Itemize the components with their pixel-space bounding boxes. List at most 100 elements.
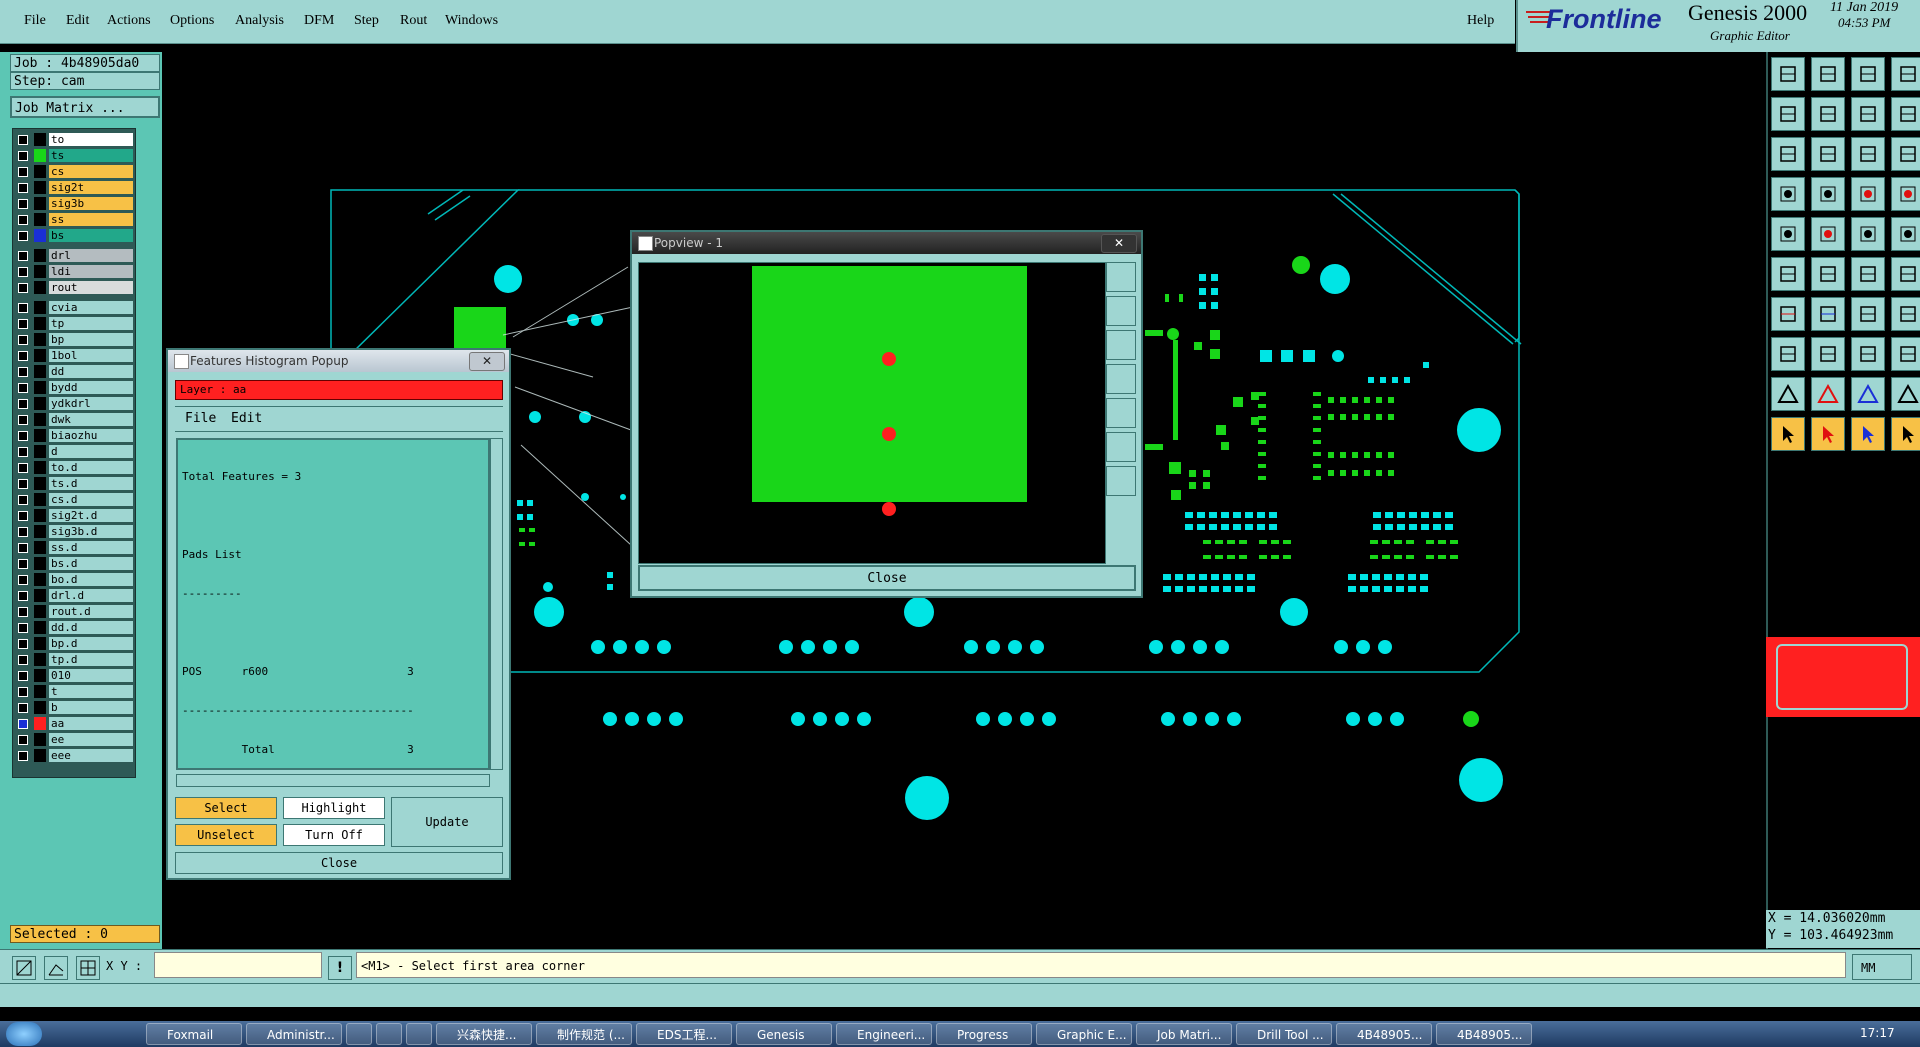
layer-color-swatch[interactable] — [34, 429, 46, 442]
open-step-icon[interactable] — [1851, 57, 1885, 91]
popview-pan-right-icon[interactable] — [1106, 398, 1136, 428]
layer-row[interactable]: ts — [15, 149, 133, 162]
pointer-red-icon[interactable] — [1811, 417, 1845, 451]
layer-name[interactable]: d — [49, 445, 133, 458]
layer-color-swatch[interactable] — [34, 133, 46, 146]
layer-color-swatch[interactable] — [34, 557, 46, 570]
popview-close-icon[interactable]: ✕ — [1101, 234, 1137, 253]
layer-row[interactable]: tp — [15, 317, 133, 330]
pad-icon[interactable] — [1891, 217, 1920, 251]
pointer-blue-icon[interactable] — [1851, 417, 1885, 451]
intersect-icon[interactable] — [1811, 257, 1845, 291]
layer-row[interactable]: ldi — [15, 265, 133, 278]
layer-name[interactable]: ts.d — [49, 477, 133, 490]
layer-row[interactable]: sig2t.d — [15, 509, 133, 522]
layer-name[interactable]: bs.d — [49, 557, 133, 570]
layer-color-swatch[interactable] — [34, 605, 46, 618]
node-icon[interactable] — [1771, 257, 1805, 291]
layer-checkbox[interactable] — [18, 719, 28, 729]
taskbar-item[interactable]: Progress — [936, 1023, 1032, 1045]
layer-left-icon[interactable] — [1771, 97, 1805, 131]
layer-up-icon[interactable] — [1771, 57, 1805, 91]
layer-color-swatch[interactable] — [34, 509, 46, 522]
layer-checkbox[interactable] — [18, 687, 28, 697]
menu-edit[interactable]: Edit — [66, 13, 89, 29]
layer-row[interactable]: sig3b.d — [15, 525, 133, 538]
taskbar-item[interactable] — [346, 1023, 372, 1045]
popview-home-icon[interactable] — [1106, 466, 1136, 496]
layer-checkbox[interactable] — [18, 215, 28, 225]
layer-color-swatch[interactable] — [34, 493, 46, 506]
zoom-area-icon[interactable] — [12, 956, 36, 980]
layer-row[interactable]: ee — [15, 733, 133, 746]
layer-checkbox[interactable] — [18, 431, 28, 441]
layer-color-swatch[interactable] — [34, 461, 46, 474]
stretch-icon[interactable] — [1891, 297, 1920, 331]
layer-color-swatch[interactable] — [34, 229, 46, 242]
layer-row[interactable]: t — [15, 685, 133, 698]
taskbar-item[interactable]: Administr... — [246, 1023, 342, 1045]
layer-checkbox[interactable] — [18, 135, 28, 145]
layer-checkbox[interactable] — [18, 607, 28, 617]
layer-color-swatch[interactable] — [34, 281, 46, 294]
layer-name[interactable]: bp — [49, 333, 133, 346]
arc-icon[interactable] — [1851, 297, 1885, 331]
layer-checkbox[interactable] — [18, 199, 28, 209]
menu-file[interactable]: File — [24, 13, 46, 29]
layer-color-swatch[interactable] — [34, 301, 46, 314]
ruler-icon[interactable] — [1851, 217, 1885, 251]
layer-name[interactable]: ldi — [49, 265, 133, 278]
layer-color-swatch[interactable] — [34, 621, 46, 634]
layer-name[interactable]: cs — [49, 165, 133, 178]
layer-name[interactable]: to.d — [49, 461, 133, 474]
popview-fit-icon[interactable] — [1106, 432, 1136, 462]
layer-name[interactable]: 010 — [49, 669, 133, 682]
menu-help[interactable]: Help — [1467, 13, 1494, 29]
popview-zoom-in-icon[interactable] — [1106, 262, 1136, 292]
snap-box-icon[interactable] — [1851, 337, 1885, 371]
layer-name[interactable]: cvia — [49, 301, 133, 314]
layer-color-swatch[interactable] — [34, 165, 46, 178]
taskbar-item[interactable]: 4B48905... — [1436, 1023, 1532, 1045]
layer-row[interactable]: bp.d — [15, 637, 133, 650]
layer-checkbox[interactable] — [18, 167, 28, 177]
layer-color-swatch[interactable] — [34, 333, 46, 346]
layer-name[interactable]: dd — [49, 365, 133, 378]
layer-checkbox[interactable] — [18, 735, 28, 745]
layer-checkbox[interactable] — [18, 335, 28, 345]
layer-row[interactable]: rout.d — [15, 605, 133, 618]
layer-name[interactable]: drl — [49, 249, 133, 262]
layer-checkbox[interactable] — [18, 671, 28, 681]
layer-row[interactable]: ss — [15, 213, 133, 226]
layer-checkbox[interactable] — [18, 267, 28, 277]
layer-row[interactable]: 1bol — [15, 349, 133, 362]
layer-checkbox[interactable] — [18, 479, 28, 489]
layer-down-icon[interactable] — [1811, 57, 1845, 91]
layer-checkbox[interactable] — [18, 367, 28, 377]
layer-name[interactable]: bp.d — [49, 637, 133, 650]
layer-name[interactable]: bs — [49, 229, 133, 242]
layer-name[interactable]: aa — [49, 717, 133, 730]
layer-row[interactable]: cs — [15, 165, 133, 178]
zoom-home-icon[interactable] — [1891, 57, 1920, 91]
layer-color-swatch[interactable] — [34, 213, 46, 226]
fit-vertical-icon[interactable] — [1771, 137, 1805, 171]
job-matrix-button[interactable]: Job Matrix ... — [10, 96, 160, 118]
layer-row[interactable]: bs — [15, 229, 133, 242]
layer-color-swatch[interactable] — [34, 365, 46, 378]
select-button[interactable]: Select — [175, 797, 277, 819]
layer-row[interactable]: drl.d — [15, 589, 133, 602]
layer-color-swatch[interactable] — [34, 445, 46, 458]
layer-checkbox[interactable] — [18, 751, 28, 761]
connect-red-icon[interactable] — [1851, 177, 1885, 211]
layer-name[interactable]: sig2t — [49, 181, 133, 194]
layer-name[interactable]: ee — [49, 733, 133, 746]
layer-row[interactable]: bo.d — [15, 573, 133, 586]
layer-row[interactable]: biaozhu — [15, 429, 133, 442]
layer-row[interactable]: 010 — [15, 669, 133, 682]
layer-checkbox[interactable] — [18, 655, 28, 665]
taskbar-item[interactable]: Drill Tool ... — [1236, 1023, 1332, 1045]
snap-icon[interactable] — [1851, 97, 1885, 131]
layer-color-swatch[interactable] — [34, 149, 46, 162]
layer-checkbox[interactable] — [18, 543, 28, 553]
